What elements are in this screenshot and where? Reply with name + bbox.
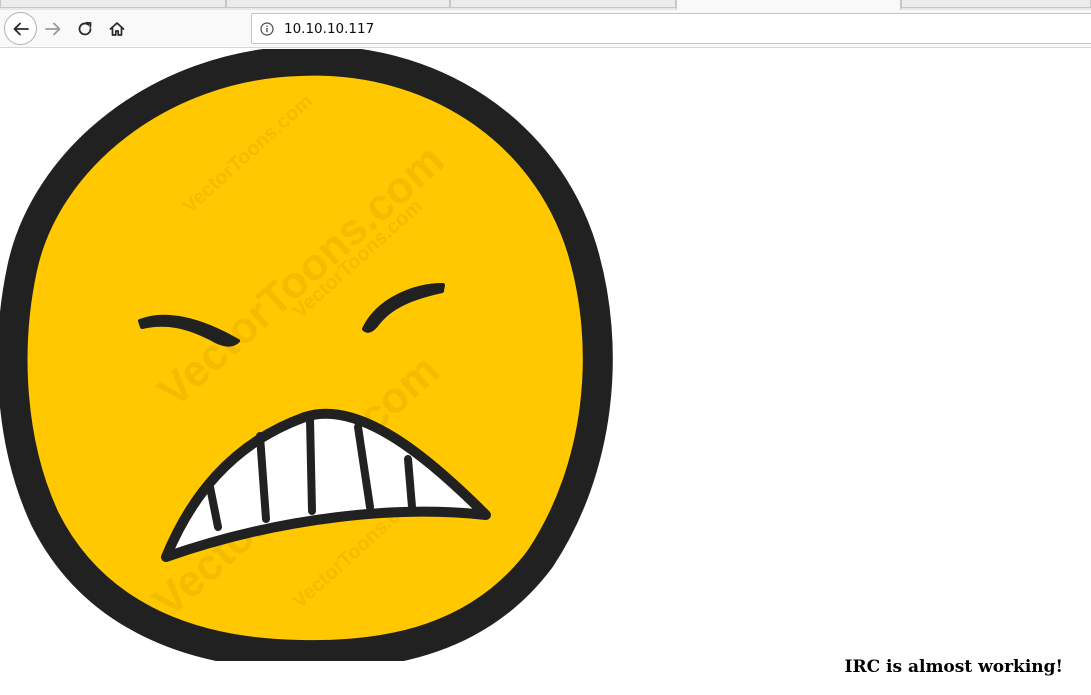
address-bar[interactable]: 10.10.10.117 <box>251 13 1091 44</box>
home-icon <box>109 22 125 36</box>
arrow-right-icon <box>45 22 61 36</box>
angry-smiley-image: VectorToons.com VectorToons.com VectorTo… <box>0 49 613 661</box>
tab-strip <box>0 0 1091 12</box>
back-button[interactable] <box>4 12 37 45</box>
browser-tab[interactable] <box>0 0 226 8</box>
page-content: VectorToons.com VectorToons.com VectorTo… <box>0 49 1091 695</box>
reload-icon <box>78 21 92 36</box>
smiley-face <box>0 49 613 661</box>
reload-button[interactable] <box>70 14 100 44</box>
forward-button[interactable] <box>38 14 68 44</box>
browser-tab[interactable] <box>450 0 676 8</box>
url-text[interactable]: 10.10.10.117 <box>284 21 374 37</box>
browser-tab[interactable] <box>901 0 1091 8</box>
browser-tab[interactable] <box>226 0 450 8</box>
page-caption: IRC is almost working! <box>844 657 1064 677</box>
info-icon[interactable] <box>260 21 274 36</box>
navigation-toolbar: 10.10.10.117 <box>0 10 1091 48</box>
home-button[interactable] <box>102 14 132 44</box>
arrow-left-icon <box>13 22 29 35</box>
